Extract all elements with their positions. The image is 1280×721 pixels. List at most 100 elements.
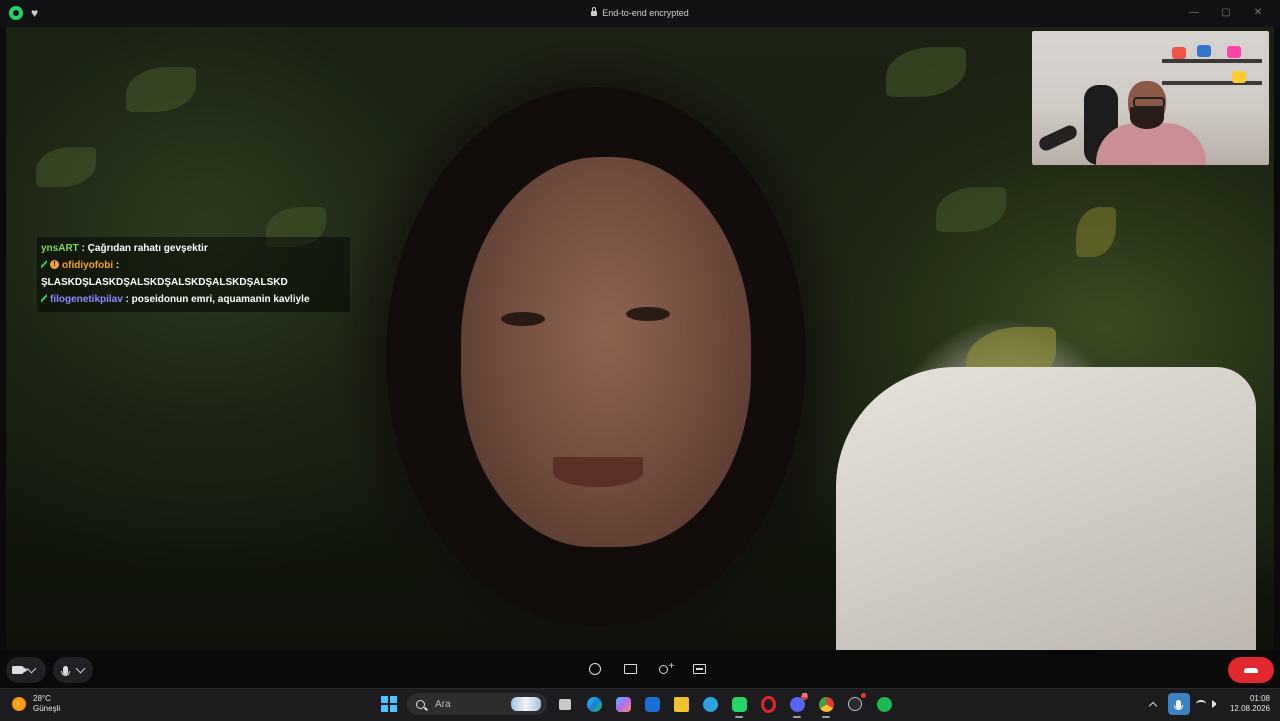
chat-username: ynsART [41,243,79,254]
chat-message: ! ofidiyofobi : [41,257,346,274]
mic-icon [60,665,70,676]
phone-hangup-icon [1244,667,1258,673]
mic-icon [1174,699,1184,710]
mouth-shape [553,457,643,487]
leaf-shape [936,187,1006,232]
discord-button[interactable]: 10 [786,693,808,718]
whatsapp-taskbar-icon [731,696,747,712]
outlook-button[interactable] [641,693,663,715]
title-bar: ♥ End-to-end encrypted — ▢ ✕ [0,0,1280,27]
clock[interactable]: 01:08 12.08.2026 [1230,694,1270,714]
mic-control[interactable] [53,657,93,683]
microphone-in-use-button[interactable] [1167,693,1190,715]
emoji-button[interactable] [585,659,605,679]
notification-badge: 10 [801,693,808,700]
encryption-label: End-to-end encrypted [602,8,689,18]
minimize-icon[interactable]: — [1178,3,1210,23]
figure-shape [1197,45,1211,57]
shelf-shape [1162,59,1262,63]
folder-icon [673,696,689,712]
obs-button[interactable] [844,693,866,715]
clock-time: 01:08 [1249,694,1270,703]
telegram-button[interactable] [699,693,721,715]
chat-message: ynsART : Çağrıdan rahatı gevşektir [41,240,346,257]
file-explorer-button[interactable] [670,693,692,715]
chevron-down-icon[interactable] [75,663,86,673]
moderator-badge-icon [41,259,47,269]
whatsapp-button[interactable] [728,693,750,718]
call-controls [0,650,1280,688]
mic-button[interactable] [53,657,77,683]
close-icon[interactable]: ✕ [1242,3,1274,23]
chevron-up-icon[interactable] [1148,701,1158,711]
spotify-icon [876,696,892,712]
leaf-shape [36,147,96,187]
wifi-icon[interactable] [1195,700,1206,708]
chevron-down-icon[interactable] [26,663,37,673]
weather-condition: Güneşli [33,704,61,713]
weather-widget[interactable]: 28°C Güneşli [12,694,60,714]
opera-icon [760,695,776,713]
weather-text: 28°C Güneşli [33,694,60,714]
chat-message-continued: ŞLASKDŞLASKDŞALSKDŞALSKDŞALSKDŞALSKD [41,277,288,288]
leaf-shape [126,67,196,112]
body-shape [1096,123,1206,165]
lock-icon [591,7,598,16]
captions-icon [692,664,706,674]
figure-shape [1227,46,1241,58]
screen-share-icon [623,664,637,674]
chat-overlay: ynsART : Çağrıdan rahatı gevşektir ! ofid… [37,237,350,312]
system-tray: 01:08 12.08.2026 [1148,693,1270,715]
maximize-icon[interactable]: ▢ [1210,3,1242,23]
figure-shape [1232,71,1246,83]
eye-shape [626,307,670,321]
opera-button[interactable] [757,693,779,715]
search-highlight-image [511,697,541,711]
moderator-badge-icon [41,293,47,303]
glasses-shape [1133,97,1165,108]
task-view-button[interactable] [554,693,576,715]
shelf-shape [1162,81,1262,85]
leaf-shape [1076,207,1116,257]
self-view-video[interactable] [1032,31,1269,165]
start-button[interactable] [378,693,400,715]
camera-button[interactable] [6,657,28,683]
copilot-button[interactable] [612,693,634,715]
clock-date: 12.08.2026 [1229,704,1270,713]
warning-badge-icon: ! [50,259,59,269]
task-view-icon [559,698,571,710]
edge-button[interactable] [583,693,605,715]
outlook-icon [644,696,660,712]
camera-control[interactable] [6,657,46,683]
screen-share-button[interactable] [620,659,640,679]
beard-shape [1130,107,1164,129]
add-participant-button[interactable] [653,659,674,679]
chat-message: filogenetikpilav : poseidonun emri, aqua… [41,291,346,308]
obs-icon [848,697,862,711]
add-participant-icon [658,661,674,674]
leaf-shape [886,47,966,97]
edge-icon [586,696,602,712]
encryption-status: End-to-end encrypted [0,7,1280,18]
spotify-button[interactable] [873,693,895,715]
recording-dot [861,693,866,698]
window-controls: — ▢ ✕ [1178,3,1274,23]
search-icon [416,699,425,709]
copilot-icon [615,696,631,712]
windows-taskbar: 28°C Güneşli Ara 10 01:08 12.08.2026 [0,688,1280,721]
chat-text: : Çağrıdan rahatı gevşektir [78,243,208,254]
camera-icon [11,666,28,674]
emoji-icon [589,663,601,675]
end-call-button[interactable] [1228,657,1274,683]
windows-logo-icon [381,696,397,712]
chrome-button[interactable] [815,693,837,718]
volume-icon[interactable] [1211,700,1216,708]
telegram-icon [702,696,718,712]
weather-temp: 28°C [33,694,51,703]
taskbar-search[interactable]: Ara [407,693,547,715]
chrome-icon [818,696,834,712]
figure-shape [1172,47,1186,59]
captions-button[interactable] [689,659,709,679]
taskbar-apps: Ara 10 [378,693,895,718]
chat-username: ofidiyofobi [62,260,114,271]
